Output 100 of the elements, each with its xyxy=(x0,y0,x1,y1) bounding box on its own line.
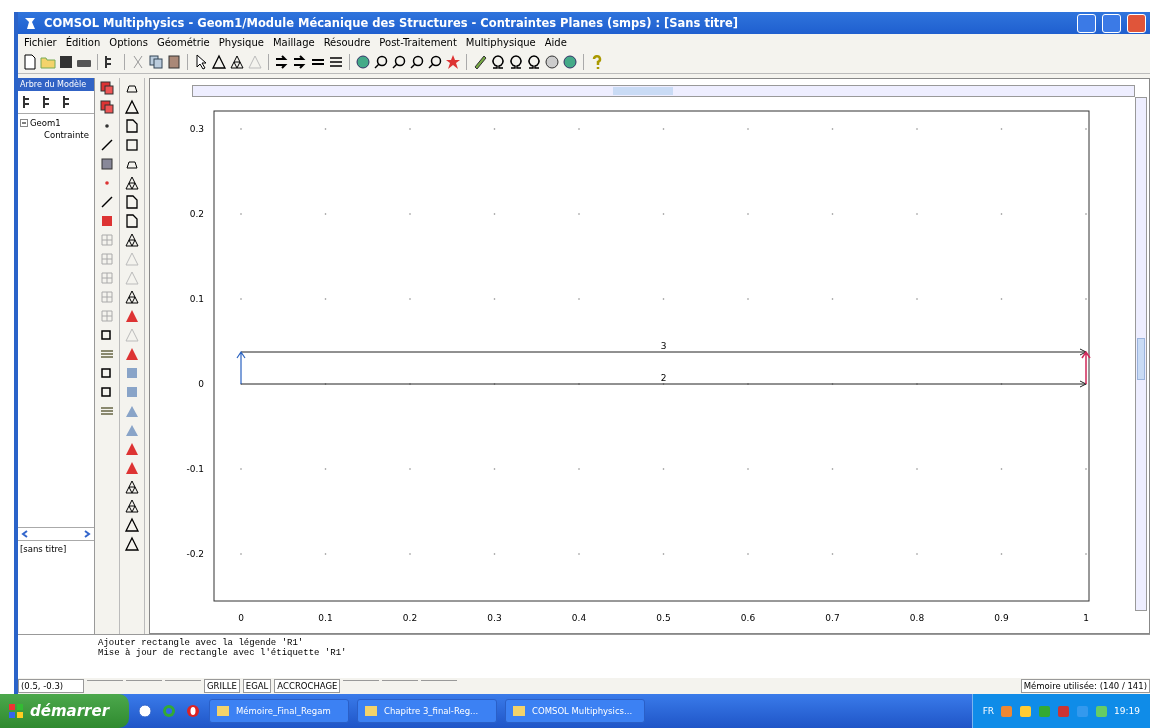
star-icon[interactable] xyxy=(445,54,461,70)
square-icon[interactable] xyxy=(124,137,140,153)
mesh-icon[interactable] xyxy=(124,498,140,514)
x-tick-label: 0.9 xyxy=(994,613,1009,623)
trapezoid-icon[interactable] xyxy=(124,213,140,229)
y-tick-label: -0.1 xyxy=(186,464,204,474)
arrow-icon[interactable] xyxy=(274,54,290,70)
drawing-canvas[interactable]: 0.3 0.2 0.1 0 -0.1 -0.2 0 0.1 0.2 0.3 0.4 0.5 0.6 0.7 0.8 0.9 1 3 2 xyxy=(149,78,1150,634)
square-icon[interactable] xyxy=(99,156,115,172)
globe-icon[interactable] xyxy=(355,54,371,70)
lines-icon[interactable] xyxy=(328,54,344,70)
taskbar-button[interactable]: Chapitre 3_final-Reg... xyxy=(357,699,498,723)
x-tick-label: 0.8 xyxy=(909,613,925,623)
status-toggle[interactable]: GRILLE xyxy=(204,679,240,693)
menu-item[interactable]: Résoudre xyxy=(323,37,371,48)
maximize-button[interactable] xyxy=(1102,13,1121,33)
omega-icon[interactable] xyxy=(526,54,542,70)
vertical-scrollbar[interactable] xyxy=(1135,97,1147,611)
mesh-icon[interactable] xyxy=(124,479,140,495)
clock: 19:19 xyxy=(1114,706,1140,716)
coordinates-readout: (0.5, -0.3) xyxy=(18,679,84,693)
triangle-icon[interactable] xyxy=(124,536,140,552)
mesh-icon[interactable] xyxy=(124,232,140,248)
arrow-icon[interactable] xyxy=(292,54,308,70)
x-tick-label: 0.7 xyxy=(825,613,840,623)
scroll-right-icon[interactable] xyxy=(83,530,91,538)
x-tick-label: 0.5 xyxy=(656,613,671,623)
window-icon xyxy=(363,703,380,719)
horizontal-scrollbar[interactable] xyxy=(192,85,1135,97)
window-icon xyxy=(511,703,528,719)
windows-flag-icon xyxy=(8,703,24,719)
globe-icon[interactable] xyxy=(562,54,578,70)
y-tick-label: 0 xyxy=(198,379,204,389)
pointer-icon[interactable] xyxy=(193,54,209,70)
close-button[interactable] xyxy=(1127,13,1146,33)
status-toggle[interactable]: EGAL xyxy=(242,679,272,693)
start-button[interactable]: démarrer xyxy=(0,694,130,728)
x-tick-label: 0.6 xyxy=(740,613,756,623)
zoom-icon[interactable] xyxy=(373,54,389,70)
y-tick-label: 0.2 xyxy=(189,209,204,219)
minimize-button[interactable] xyxy=(1077,13,1096,33)
pencil-icon[interactable] xyxy=(472,54,488,70)
window-title: COMSOL Multiphysics - Geom1/Module Mécanique des Structures - Contraintes Planes (smps) : [Sans titre] xyxy=(44,16,740,30)
squares-icon[interactable] xyxy=(99,99,115,115)
x-tick-label: 0.1 xyxy=(318,613,333,623)
language-indicator[interactable]: FR xyxy=(982,706,995,716)
panel-tab[interactable]: Arbre du Modèle xyxy=(18,78,94,91)
taskbar-button[interactable]: Mémoire_Final_Regam xyxy=(209,699,350,723)
menu-item[interactable]: Édition xyxy=(65,37,101,48)
menu-item[interactable]: Maillage xyxy=(272,37,315,48)
mesh-icon[interactable] xyxy=(124,175,140,191)
log-line: Ajouter rectangle avec la légende 'R1' xyxy=(98,638,305,648)
zoom-icon[interactable] xyxy=(409,54,425,70)
status-toggle[interactable]: ACCROCHAGE xyxy=(274,679,341,693)
y-tick-label: -0.2 xyxy=(186,549,204,559)
squares-icon[interactable] xyxy=(99,80,115,96)
zoom-icon[interactable] xyxy=(427,54,443,70)
line-icon[interactable] xyxy=(99,137,115,153)
tree-item[interactable]: Geom1 xyxy=(30,118,61,128)
omega-icon[interactable] xyxy=(490,54,506,70)
menu-item[interactable]: Physique xyxy=(218,37,264,48)
zoom-icon[interactable] xyxy=(391,54,407,70)
taskbar-button[interactable]: COMSOL Multiphysics... xyxy=(505,699,646,723)
save-icon[interactable] xyxy=(58,54,74,70)
y-tick-label: 0.1 xyxy=(189,294,204,304)
paste-icon[interactable] xyxy=(166,54,182,70)
new-file-icon[interactable] xyxy=(22,54,38,70)
x-tick-label: 0.2 xyxy=(402,613,418,623)
tree-item[interactable]: Contrainte xyxy=(44,130,89,140)
menu-item[interactable]: Post-Traitement xyxy=(379,37,457,48)
x-tick-label: 0.4 xyxy=(571,613,587,623)
window-icon xyxy=(215,703,232,719)
triangle-icon[interactable] xyxy=(124,517,140,533)
circle-icon[interactable] xyxy=(544,54,560,70)
mesh-icon[interactable] xyxy=(229,54,245,70)
browser-icon[interactable] xyxy=(185,703,202,719)
menu-item[interactable]: Options xyxy=(109,37,148,48)
menu-item[interactable]: Fichier xyxy=(24,37,57,48)
triangle-icon[interactable] xyxy=(211,54,227,70)
square-icon[interactable] xyxy=(99,213,115,229)
browser-icon[interactable] xyxy=(137,703,154,719)
scroll-left-icon[interactable] xyxy=(21,530,29,538)
trapezoid-icon[interactable] xyxy=(124,118,140,134)
x-tick-label: 0 xyxy=(238,613,244,623)
triangle-icon[interactable] xyxy=(124,99,140,115)
trapezoid-icon[interactable] xyxy=(124,194,140,210)
mesh-icon[interactable] xyxy=(124,289,140,305)
memory-readout: Mémoire utilisée: (140 / 141) xyxy=(1020,679,1150,693)
x-tick-label: 0.3 xyxy=(487,613,502,623)
y-tick-label: 0.3 xyxy=(189,124,204,134)
edge-label: 2 xyxy=(660,373,667,383)
collapse-icon[interactable] xyxy=(20,119,28,127)
omega-icon[interactable] xyxy=(508,54,524,70)
copy-icon[interactable] xyxy=(148,54,164,70)
edge-label: 3 xyxy=(660,341,667,351)
menu-item[interactable]: Aide xyxy=(544,37,567,48)
x-tick-label: 1 xyxy=(1083,613,1089,623)
menu-item[interactable]: Géométrie xyxy=(156,37,210,48)
menu-item[interactable]: Multiphysique xyxy=(465,37,536,48)
line-icon[interactable] xyxy=(99,194,115,210)
